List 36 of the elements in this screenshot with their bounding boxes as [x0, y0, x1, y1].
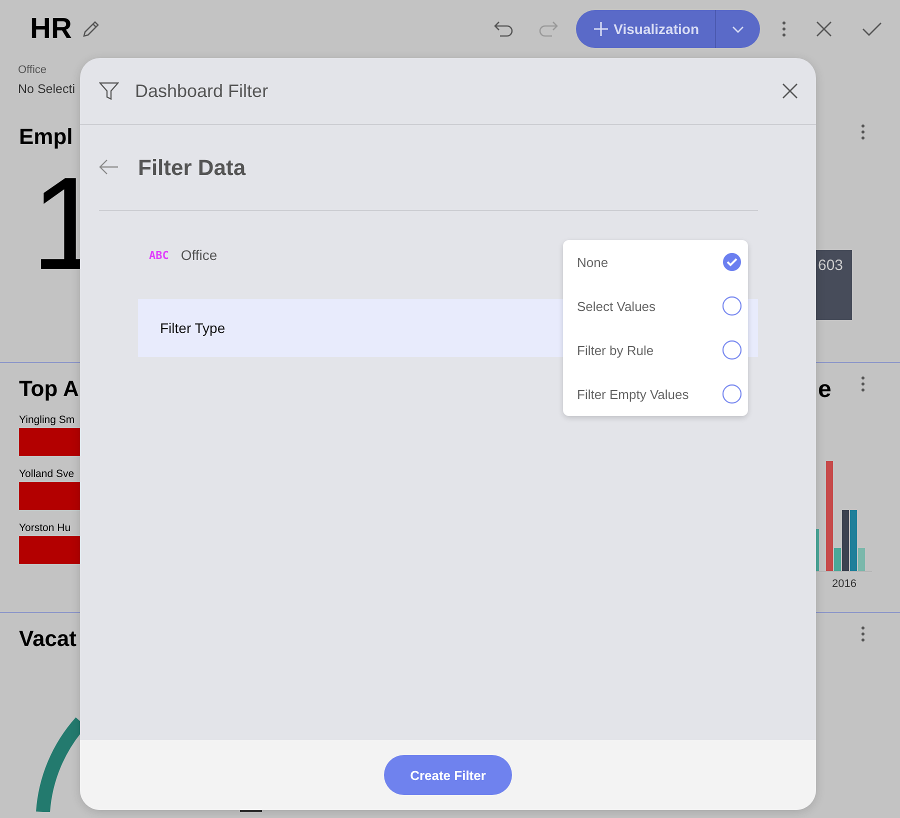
plus-icon — [594, 22, 608, 36]
widget-title: Vacat — [19, 626, 76, 652]
chevron-down-icon[interactable] — [732, 26, 744, 32]
widget-title: Top A — [19, 376, 79, 402]
dialog-title: Dashboard Filter — [135, 80, 270, 102]
more-icon[interactable] — [861, 626, 865, 642]
undo-icon[interactable] — [494, 21, 514, 37]
back-arrow-icon[interactable] — [99, 159, 119, 175]
bar-label: Yolland Sve — [19, 468, 76, 480]
bar — [19, 428, 80, 456]
filter-value[interactable]: No Selecti — [18, 82, 75, 96]
filter-type-option[interactable]: None — [563, 240, 748, 284]
create-filter-button[interactable]: Create Filter — [384, 755, 512, 795]
kpi-tile: 603 — [816, 250, 852, 320]
add-visualization-button[interactable]: Visualization — [576, 10, 760, 48]
field-name: Office — [180, 247, 218, 263]
widget-title: e — [818, 376, 832, 404]
close-icon[interactable] — [816, 21, 832, 37]
check-icon[interactable] — [862, 22, 882, 36]
axis-label: 2016 — [832, 578, 856, 590]
more-icon[interactable] — [861, 124, 865, 140]
filter-type-option[interactable]: Filter Empty Values — [563, 372, 748, 416]
bar — [19, 536, 80, 564]
close-icon[interactable] — [782, 83, 798, 99]
dashboard-title: HR — [30, 12, 72, 46]
more-icon[interactable] — [861, 376, 865, 392]
more-icon[interactable] — [782, 21, 786, 37]
pencil-icon[interactable] — [82, 20, 100, 38]
filter-label: Office — [18, 64, 48, 76]
bar — [19, 482, 80, 510]
filter-icon — [99, 81, 119, 101]
bar-label: Yingling Sm — [19, 414, 76, 426]
widget-title: Empl — [19, 124, 73, 150]
bar-label: Yorston Hu — [19, 522, 72, 534]
section-heading: Filter Data — [138, 154, 246, 180]
text-type-label: ABC — [149, 248, 169, 262]
